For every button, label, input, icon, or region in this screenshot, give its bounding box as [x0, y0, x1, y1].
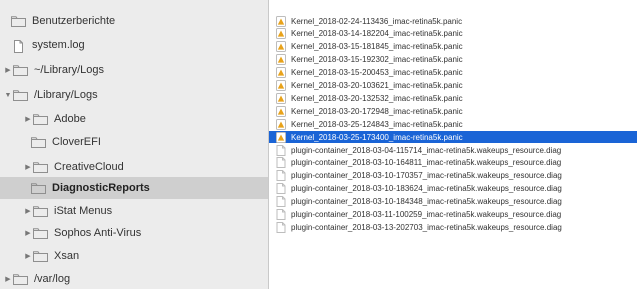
sidebar-item-label: /var/log: [34, 273, 71, 285]
panic-report-icon: [276, 118, 286, 130]
document-icon: [276, 144, 286, 156]
sidebar-item-label: Benutzerberichte: [32, 15, 116, 27]
file-row[interactable]: plugin-container_2018-03-10-164811_imac-…: [269, 157, 637, 169]
sidebar-item-label: DiagnosticReports: [52, 182, 150, 194]
disclosure-collapsed-icon[interactable]: ▶: [3, 66, 13, 74]
folder-icon: [33, 205, 48, 217]
file-name: Kernel_2018-03-25-173400_imac-retina5k.p…: [291, 132, 463, 142]
file-row[interactable]: Kernel_2018-03-15-200453_imac-retina5k.p…: [269, 67, 637, 79]
file-name: plugin-container_2018-03-04-115714_imac-…: [291, 145, 562, 155]
file-name: plugin-container_2018-03-10-164811_imac-…: [291, 158, 562, 168]
panic-report-icon: [276, 131, 286, 143]
folder-icon: [31, 182, 46, 194]
file-row[interactable]: Kernel_2018-03-20-103621_imac-retina5k.p…: [269, 80, 637, 92]
sidebar-item-label: ~/Library/Logs: [34, 64, 105, 76]
disclosure-collapsed-icon[interactable]: ▶: [23, 207, 33, 215]
document-icon: [276, 170, 286, 182]
disclosure-collapsed-icon[interactable]: ▶: [3, 275, 13, 283]
file-name: Kernel_2018-03-14-182204_imac-retina5k.p…: [291, 29, 463, 39]
file-name: Kernel_2018-03-15-181845_imac-retina5k.p…: [291, 42, 463, 52]
disclosure-collapsed-icon[interactable]: ▶: [23, 115, 33, 123]
file-row[interactable]: Kernel_2018-02-24-113436_imac-retina5k.p…: [269, 15, 637, 27]
file-row[interactable]: Kernel_2018-03-15-181845_imac-retina5k.p…: [269, 41, 637, 53]
file-row[interactable]: Kernel_2018-03-20-172948_imac-retina5k.p…: [269, 105, 637, 117]
sidebar-item-label: Adobe: [54, 113, 86, 125]
sidebar-item[interactable]: ▶ Sophos Anti-Virus: [0, 222, 268, 244]
folder-icon: [31, 136, 46, 148]
file-name: Kernel_2018-03-25-124843_imac-retina5k.p…: [291, 119, 463, 129]
sidebar: Benutzerberichte system.log ▶ ~/Library/Log…: [0, 0, 268, 289]
panic-report-icon: [276, 67, 286, 79]
file-row[interactable]: plugin-container_2018-03-10-183624_imac-…: [269, 183, 637, 195]
sidebar-item[interactable]: DiagnosticReports: [0, 177, 268, 199]
panic-report-icon: [276, 15, 286, 27]
folder-icon: [33, 161, 48, 173]
document-icon: [11, 39, 26, 53]
file-row[interactable]: plugin-container_2018-03-13-202703_imac-…: [269, 221, 637, 233]
file-name: Kernel_2018-02-24-113436_imac-retina5k.p…: [291, 16, 463, 26]
folder-icon: [13, 273, 28, 285]
file-row[interactable]: Kernel_2018-03-14-182204_imac-retina5k.p…: [269, 28, 637, 40]
sidebar-item[interactable]: ▶ ~/Library/Logs: [0, 59, 268, 81]
file-row[interactable]: plugin-container_2018-03-04-115714_imac-…: [269, 144, 637, 156]
sidebar-item-label: Sophos Anti-Virus: [54, 227, 142, 239]
file-name: plugin-container_2018-03-10-183624_imac-…: [291, 184, 562, 194]
disclosure-expanded-icon[interactable]: ▼: [3, 92, 13, 99]
sidebar-item-label: /Library/Logs: [34, 89, 98, 101]
sidebar-item-label: CreativeCloud: [54, 161, 124, 173]
file-row[interactable]: Kernel_2018-03-25-124843_imac-retina5k.p…: [269, 118, 637, 130]
file-name: plugin-container_2018-03-13-202703_imac-…: [291, 222, 562, 232]
file-name: Kernel_2018-03-15-192302_imac-retina5k.p…: [291, 55, 463, 65]
file-row[interactable]: plugin-container_2018-03-10-170357_imac-…: [269, 170, 637, 182]
file-name: plugin-container_2018-03-10-184348_imac-…: [291, 197, 562, 207]
file-row[interactable]: Kernel_2018-03-15-192302_imac-retina5k.p…: [269, 54, 637, 66]
file-name: plugin-container_2018-03-10-170357_imac-…: [291, 171, 562, 181]
file-name: Kernel_2018-03-20-172948_imac-retina5k.p…: [291, 106, 463, 116]
file-row[interactable]: Kernel_2018-03-20-132532_imac-retina5k.p…: [269, 92, 637, 104]
panic-report-icon: [276, 92, 286, 104]
folder-icon: [33, 113, 48, 125]
file-name: Kernel_2018-03-20-132532_imac-retina5k.p…: [291, 93, 463, 103]
sidebar-item[interactable]: ▶ CreativeCloud: [0, 156, 268, 178]
folder-icon: [13, 89, 28, 101]
file-name: plugin-container_2018-03-11-100259_imac-…: [291, 210, 562, 219]
sidebar-item[interactable]: ▶ iStat Menus: [0, 200, 268, 222]
document-icon: [276, 196, 286, 208]
sidebar-item-label: system.log: [32, 39, 85, 51]
sidebar-item[interactable]: ▶ Adobe: [0, 108, 268, 130]
document-icon: [276, 221, 286, 233]
sidebar-item[interactable]: Benutzerberichte: [0, 10, 268, 32]
panic-report-icon: [276, 28, 286, 40]
file-row[interactable]: Kernel_2018-03-25-173400_imac-retina5k.p…: [269, 131, 637, 144]
sidebar-item[interactable]: ▶ /var/log: [0, 268, 268, 289]
file-name: Kernel_2018-03-15-200453_imac-retina5k.p…: [291, 68, 463, 78]
sidebar-item[interactable]: ▼ /Library/Logs: [0, 84, 268, 106]
panic-report-icon: [276, 105, 286, 117]
folder-icon: [33, 227, 48, 239]
disclosure-collapsed-icon[interactable]: ▶: [23, 229, 33, 237]
file-name: Kernel_2018-03-20-103621_imac-retina5k.p…: [291, 81, 463, 90]
disclosure-collapsed-icon[interactable]: ▶: [23, 252, 33, 260]
folder-icon: [11, 15, 26, 27]
file-row[interactable]: plugin-container_2018-03-10-184348_imac-…: [269, 196, 637, 208]
document-icon: [276, 209, 286, 220]
document-icon: [276, 157, 286, 169]
folder-icon: [33, 250, 48, 262]
sidebar-item-label: CloverEFI: [52, 136, 101, 148]
panic-report-icon: [276, 41, 286, 53]
file-list: Kernel_2018-02-24-113436_imac-retina5k.p…: [269, 0, 637, 289]
document-icon: [276, 183, 286, 195]
sidebar-item[interactable]: CloverEFI: [0, 131, 268, 153]
sidebar-item[interactable]: system.log: [0, 34, 268, 56]
disclosure-collapsed-icon[interactable]: ▶: [23, 163, 33, 171]
sidebar-item-label: iStat Menus: [54, 205, 113, 217]
panic-report-icon: [276, 80, 286, 91]
sidebar-item-label: Xsan: [54, 250, 80, 262]
panic-report-icon: [276, 54, 286, 66]
file-row[interactable]: plugin-container_2018-03-11-100259_imac-…: [269, 209, 637, 221]
sidebar-item[interactable]: ▶ Xsan: [0, 245, 268, 267]
folder-icon: [13, 64, 28, 76]
